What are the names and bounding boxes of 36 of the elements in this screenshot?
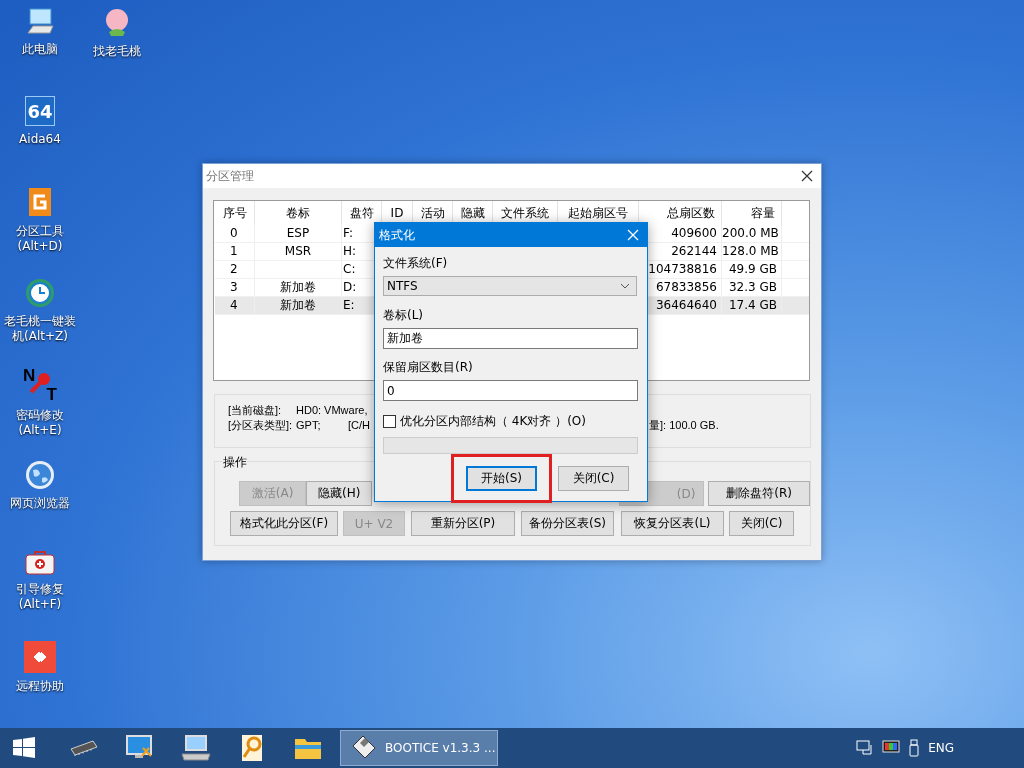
window-title: 分区管理 <box>206 167 254 185</box>
table-cell: 32.3 GB <box>728 280 777 294</box>
field-label: 卷标(L) <box>383 307 425 323</box>
table-cell: 67833856 <box>655 280 717 294</box>
table-cell: MSR <box>284 244 312 258</box>
info-value: HD0: VMware, <box>296 403 368 418</box>
table-cell: 409600 <box>671 226 717 240</box>
info-value: 量]: 100.0 GB. <box>649 418 719 433</box>
field-label: 文件系统(F) <box>383 255 449 271</box>
dialog-title: 格式化 <box>379 226 415 244</box>
info-value: GPT; <box>296 418 321 433</box>
table-cell: 104738816 <box>648 262 717 276</box>
table-cell: 49.9 GB <box>728 262 777 276</box>
info-value: [C/H <box>348 418 370 433</box>
table-cell: 新加卷 <box>280 298 316 312</box>
table-cell: D: <box>343 280 357 294</box>
table-cell: F: <box>343 226 353 240</box>
table-cell: 新加卷 <box>280 280 316 294</box>
table-cell: C: <box>343 262 356 276</box>
table-cell: 1 <box>230 244 238 258</box>
table-cell: 2 <box>230 262 238 276</box>
table-cell: ESP <box>286 226 310 240</box>
field-label: 保留扇区数目(R) <box>383 359 474 375</box>
info-label: [分区表类型]: <box>228 418 293 433</box>
table-cell: 36464640 <box>655 298 717 312</box>
info-label: [当前磁盘]: <box>228 403 282 418</box>
table-cell: 3 <box>230 280 238 294</box>
table-cell: 0 <box>230 226 238 240</box>
table-cell: 200.0 MB <box>722 226 779 240</box>
table-cell: E: <box>343 298 355 312</box>
table-cell: 17.4 GB <box>728 298 777 312</box>
table-cell: 262144 <box>671 244 717 258</box>
table-cell: H: <box>343 244 357 258</box>
table-cell: 128.0 MB <box>722 244 779 258</box>
group-title: 操作 <box>223 454 247 471</box>
table-cell: 4 <box>230 298 238 312</box>
